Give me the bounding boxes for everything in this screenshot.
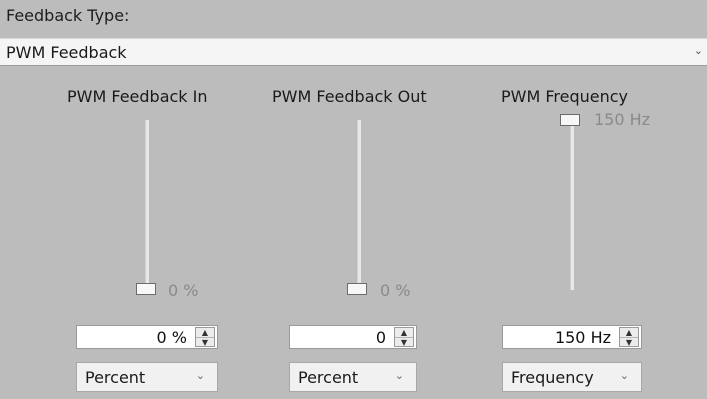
pwm-feedback-out-slider-thumb[interactable] [347, 283, 367, 295]
feedback-type-dropdown[interactable]: PWM Feedback ⌄ [0, 38, 707, 66]
pwm-frequency-slider-thumb[interactable] [560, 114, 580, 126]
pwm-frequency-slider-value: 150 Hz [594, 110, 651, 129]
pwm-feedback-in-unit-select[interactable]: Percent ⌄ [76, 362, 218, 392]
pwm-feedback-in-unit-value: Percent [85, 368, 146, 387]
chevron-down-icon: ⌄ [195, 369, 205, 382]
chevron-down-icon: ⌄ [693, 44, 703, 57]
pwm-feedback-out-spin-buttons[interactable]: ▲ ▼ [394, 327, 414, 347]
arrow-down-icon[interactable]: ▼ [620, 337, 638, 347]
feedback-type-label: Feedback Type: [6, 6, 130, 25]
pwm-feedback-in-slider-track[interactable] [145, 120, 149, 287]
pwm-feedback-out-title: PWM Feedback Out [272, 87, 427, 106]
pwm-feedback-out-unit-value: Percent [298, 368, 359, 387]
chevron-down-icon: ⌄ [619, 369, 629, 382]
arrow-up-icon[interactable]: ▲ [620, 328, 638, 337]
pwm-feedback-in-title: PWM Feedback In [67, 87, 208, 106]
arrow-up-icon[interactable]: ▲ [395, 328, 413, 337]
arrow-up-icon[interactable]: ▲ [196, 328, 214, 337]
pwm-frequency-unit-select[interactable]: Frequency ⌄ [502, 362, 642, 392]
pwm-feedback-in-spin-buttons[interactable]: ▲ ▼ [195, 327, 215, 347]
pwm-feedback-in-spinbox[interactable]: 0 % ▲ ▼ [76, 325, 218, 349]
arrow-down-icon[interactable]: ▼ [196, 337, 214, 347]
feedback-type-value: PWM Feedback [6, 43, 127, 62]
pwm-frequency-spin-buttons[interactable]: ▲ ▼ [619, 327, 639, 347]
pwm-frequency-spinbox[interactable]: 150 Hz ▲ ▼ [502, 325, 642, 349]
chevron-down-icon: ⌄ [394, 369, 404, 382]
pwm-frequency-unit-value: Frequency [511, 368, 594, 387]
arrow-down-icon[interactable]: ▼ [395, 337, 413, 347]
pwm-feedback-out-spin-value: 0 [375, 328, 386, 347]
pwm-feedback-in-slider-value: 0 % [168, 281, 199, 300]
pwm-frequency-slider-track[interactable] [570, 120, 574, 290]
pwm-frequency-spin-value: 150 Hz [554, 328, 611, 347]
pwm-feedback-out-unit-select[interactable]: Percent ⌄ [289, 362, 417, 392]
pwm-feedback-out-slider-track[interactable] [357, 120, 361, 287]
pwm-feedback-in-spin-value: 0 % [156, 328, 187, 347]
pwm-feedback-out-slider-value: 0 % [380, 281, 411, 300]
pwm-frequency-title: PWM Frequency [501, 87, 629, 106]
pwm-feedback-out-spinbox[interactable]: 0 ▲ ▼ [289, 325, 417, 349]
pwm-feedback-in-slider-thumb[interactable] [136, 283, 156, 295]
